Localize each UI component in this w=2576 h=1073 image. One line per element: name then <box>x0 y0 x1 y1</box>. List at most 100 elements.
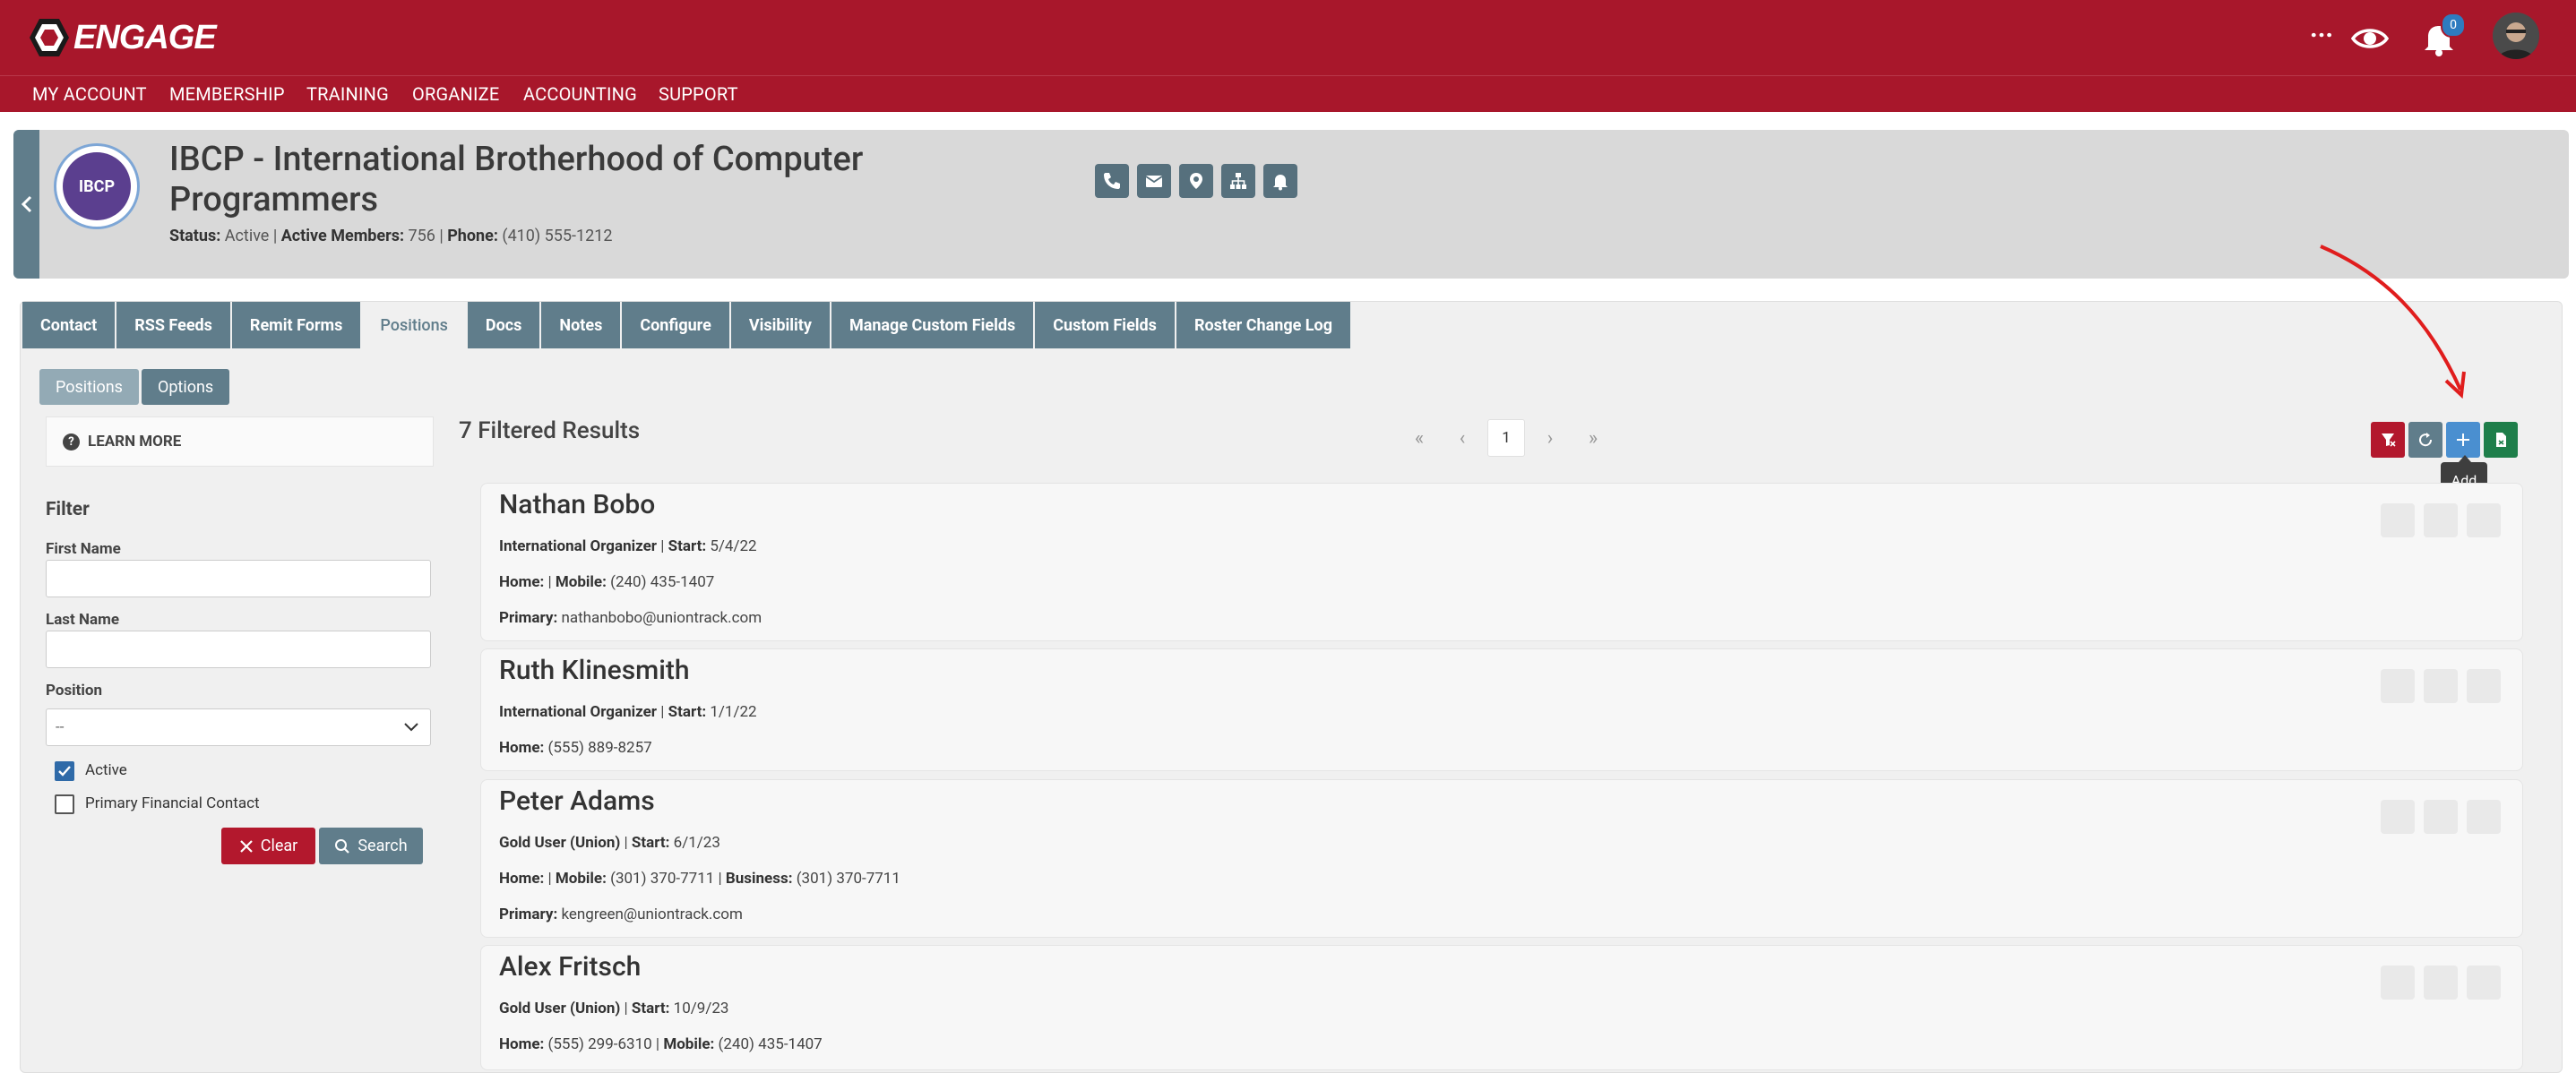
envelope-icon <box>1145 176 1163 187</box>
subtab-positions[interactable]: Positions <box>39 369 139 405</box>
history-button[interactable] <box>2424 800 2458 834</box>
history-button[interactable] <box>2424 966 2458 1000</box>
history-button[interactable] <box>2424 503 2458 537</box>
user-photo <box>2493 13 2539 59</box>
record-role: International Organizer <box>499 537 658 555</box>
app-name: ENGAGE <box>73 18 217 56</box>
view-contact-button[interactable] <box>2381 503 2415 537</box>
add-button[interactable] <box>2446 422 2480 458</box>
delete-button[interactable] <box>2467 966 2501 1000</box>
filter-title: Filter <box>46 499 90 520</box>
last-name-input[interactable] <box>46 631 431 668</box>
tab-configure[interactable]: Configure <box>622 302 731 348</box>
phone-button[interactable] <box>1095 164 1129 198</box>
delete-button[interactable] <box>2467 800 2501 834</box>
next-page-button[interactable]: › <box>1529 419 1572 457</box>
user-avatar[interactable] <box>2493 13 2539 59</box>
record-card[interactable]: Ruth Klinesmith International Organizer … <box>480 648 2523 771</box>
tab-positions[interactable]: Positions <box>362 302 468 348</box>
primary-financial-checkbox[interactable] <box>55 794 74 814</box>
check-icon <box>58 766 71 777</box>
mobile-value: (240) 435-1407 <box>610 573 715 591</box>
start-value: 5/4/22 <box>710 537 757 555</box>
app-logo[interactable]: ENGAGE <box>27 11 217 64</box>
prev-page-button[interactable]: ‹ <box>1441 419 1484 457</box>
members-label: Active Members: <box>280 227 405 245</box>
record-card[interactable]: Nathan Bobo International Organizer | St… <box>480 483 2523 641</box>
export-button[interactable] <box>2484 422 2518 458</box>
record-role-line: Gold User (Union) | Start: 6/1/23 <box>499 834 720 852</box>
record-phone-line: Home: (555) 299-6310 | Mobile: (240) 435… <box>499 1035 823 1053</box>
tab-visibility[interactable]: Visibility <box>730 302 831 348</box>
record-card[interactable]: Peter Adams Gold User (Union) | Start: 6… <box>480 779 2523 938</box>
tab-contact[interactable]: Contact <box>22 302 117 348</box>
org-chart-button[interactable] <box>1221 164 1255 198</box>
tab-manage-custom-fields[interactable]: Manage Custom Fields <box>831 302 1036 348</box>
learn-more-label: LEARN MORE <box>88 433 182 451</box>
nav-training[interactable]: TRAINING <box>306 83 389 105</box>
position-select[interactable]: -- <box>46 708 431 746</box>
collapse-header-button[interactable] <box>13 130 39 279</box>
record-card[interactable]: Alex Fritsch Gold User (Union) | Start: … <box>480 945 2523 1070</box>
more-menu-button[interactable]: ... <box>2310 13 2333 44</box>
learn-more-link[interactable]: ? LEARN MORE <box>46 416 434 467</box>
record-name[interactable]: Alex Fritsch <box>499 951 641 983</box>
delete-button[interactable] <box>2467 669 2501 703</box>
view-contact-button[interactable] <box>2381 800 2415 834</box>
members-value: 756 <box>408 227 435 245</box>
search-button-label: Search <box>358 837 408 855</box>
home-label: Home: <box>499 870 545 888</box>
alert-button[interactable] <box>1263 164 1297 198</box>
status-value: Active <box>224 227 270 245</box>
tab-notes[interactable]: Notes <box>541 302 623 348</box>
view-contact-button[interactable] <box>2381 966 2415 1000</box>
home-value: (555) 889-8257 <box>547 739 652 757</box>
tab-remit-forms[interactable]: Remit Forms <box>231 302 363 348</box>
notification-count-badge: 0 <box>2441 13 2466 38</box>
start-value: 10/9/23 <box>673 1000 729 1017</box>
record-name[interactable]: Ruth Klinesmith <box>499 655 690 686</box>
last-page-button[interactable]: » <box>1572 419 1615 457</box>
view-contact-button[interactable] <box>2381 669 2415 703</box>
tab-custom-fields[interactable]: Custom Fields <box>1035 302 1176 348</box>
tab-roster-change-log[interactable]: Roster Change Log <box>1176 302 1352 348</box>
org-meta: Status: Active | Active Members: 756 | P… <box>169 227 613 245</box>
search-button[interactable]: Search <box>319 828 423 864</box>
org-chart-icon <box>1230 173 1246 189</box>
first-page-button[interactable]: « <box>1398 419 1441 457</box>
primary-financial-label: Primary Financial Contact <box>85 794 260 812</box>
nav-support[interactable]: SUPPORT <box>659 83 738 105</box>
tab-rss-feeds[interactable]: RSS Feeds <box>116 302 232 348</box>
record-actions <box>2381 503 2501 537</box>
mobile-value: (240) 435-1407 <box>718 1035 823 1053</box>
record-name[interactable]: Nathan Bobo <box>499 489 655 520</box>
active-checkbox[interactable] <box>55 761 74 781</box>
mobile-label: Mobile: <box>663 1035 715 1053</box>
location-button[interactable] <box>1179 164 1213 198</box>
tab-docs[interactable]: Docs <box>467 302 542 348</box>
clear-filter-button[interactable] <box>2371 422 2405 458</box>
email-button[interactable] <box>1137 164 1171 198</box>
eye-icon[interactable] <box>2351 20 2389 57</box>
record-phone-line: Home: | Mobile: (240) 435-1407 <box>499 573 715 591</box>
record-name[interactable]: Peter Adams <box>499 785 655 817</box>
record-role: Gold User (Union) <box>499 834 621 852</box>
pagination: « ‹ 1 › » <box>1398 419 1615 457</box>
nav-membership[interactable]: MEMBERSHIP <box>169 83 285 105</box>
nav-accounting[interactable]: ACCOUNTING <box>523 83 637 105</box>
current-page[interactable]: 1 <box>1487 419 1525 457</box>
first-name-input[interactable] <box>46 560 431 597</box>
business-value: (301) 370-7711 <box>796 870 900 888</box>
record-role-line: Gold User (Union) | Start: 10/9/23 <box>499 1000 729 1017</box>
delete-button[interactable] <box>2467 503 2501 537</box>
annotation-arrow-icon <box>2320 245 2466 399</box>
nav-organize[interactable]: ORGANIZE <box>412 83 499 105</box>
start-label: Start: <box>668 537 707 555</box>
nav-my-account[interactable]: MY ACCOUNT <box>32 83 147 105</box>
history-button[interactable] <box>2424 669 2458 703</box>
subtab-options[interactable]: Options <box>141 369 230 405</box>
clear-button[interactable]: Clear <box>221 828 315 864</box>
refresh-button[interactable] <box>2408 422 2442 458</box>
chevron-down-icon <box>404 723 418 732</box>
mobile-label: Mobile: <box>555 573 607 591</box>
